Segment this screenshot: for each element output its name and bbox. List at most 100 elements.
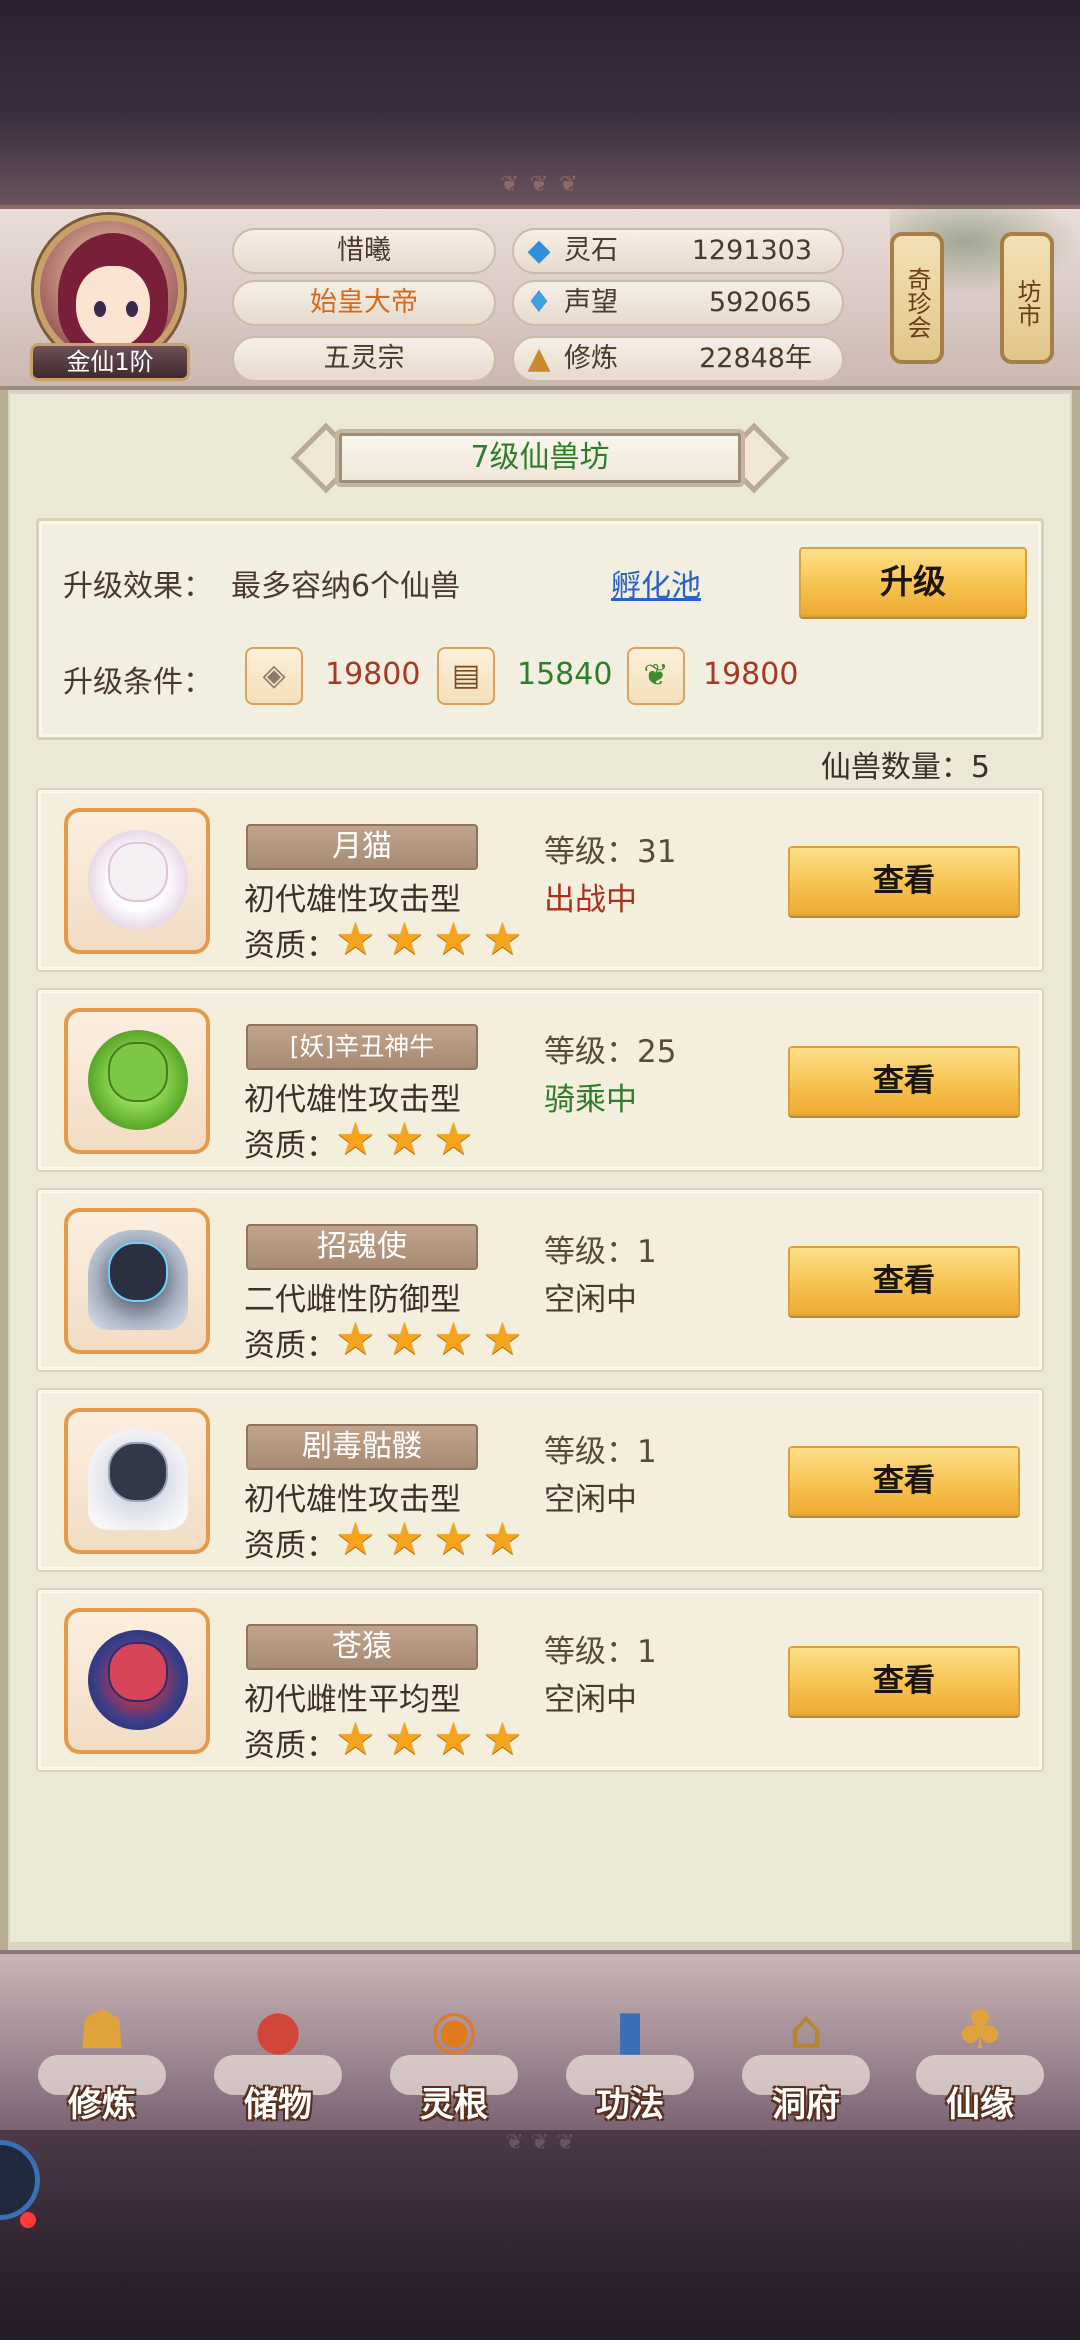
player-name: 惜曦 (232, 228, 496, 274)
quality-stars: ★ ★ ★ ★ (334, 1518, 524, 1562)
beast-portrait[interactable] (64, 808, 210, 954)
beast-portrait[interactable] (64, 1208, 210, 1354)
treasure-auction-button[interactable]: 奇珍会 (890, 232, 944, 364)
beast-row: 招魂使 二代雌性防御型 资质： ★ ★ ★ ★ 等级：1 空闲中 查看 (36, 1188, 1044, 1372)
quality-stars: ★ ★ ★ ★ (334, 918, 524, 962)
resource-cultivation: ▲ 修炼 22848年 (512, 336, 844, 382)
cultivation-icon: ▲ (527, 341, 551, 376)
star-icon: ★ (335, 1714, 376, 1765)
wood-icon: ▤ (437, 647, 495, 705)
beast-type: 初代雄性攻击型 (244, 1082, 461, 1118)
quality-stars: ★ ★ ★ ★ (334, 1318, 524, 1362)
bottom-background (0, 2130, 1080, 2340)
cave-mansion-icon: ⌂ (788, 1998, 824, 2061)
star-icon: ★ (335, 1114, 376, 1165)
beast-row: 剧毒骷髅 初代雄性攻击型 资质： ★ ★ ★ ★ 等级：1 空闲中 查看 (36, 1388, 1044, 1572)
herb-icon: ❦ (627, 647, 685, 705)
star-icon: ★ (433, 1314, 474, 1365)
view-button[interactable]: 查看 (788, 1046, 1020, 1116)
bottom-ornament: ❦ ❦ ❦ (505, 2130, 575, 2155)
star-icon: ★ (433, 914, 474, 965)
star-icon: ★ (433, 1114, 474, 1165)
quality-stars: ★ ★ ★ (334, 1118, 475, 1162)
player-sect: 五灵宗 (232, 336, 496, 382)
beast-quality-label: 资质： (244, 1328, 337, 1364)
page-title: 7级仙兽坊 (470, 440, 610, 475)
scripture-book-icon: ▮ (615, 1998, 645, 2061)
beast-quality-label: 资质： (244, 928, 337, 964)
beast-status: 空闲中 (544, 1682, 637, 1718)
star-icon: ★ (384, 1514, 425, 1565)
star-icon: ★ (384, 1314, 425, 1365)
resource-spirit-stone: ◆ 灵石 1291303 (512, 228, 844, 274)
star-icon: ★ (384, 914, 425, 965)
star-icon: ★ (482, 1314, 523, 1365)
star-icon: ★ (384, 1114, 425, 1165)
beast-status: 骑乘中 (544, 1082, 637, 1118)
beast-name: [妖]辛丑神牛 (246, 1024, 478, 1070)
spirit-stone-icon: ◆ (527, 233, 551, 268)
quality-stars: ★ ★ ★ ★ (334, 1718, 524, 1762)
player-title: 始皇大帝 (232, 280, 496, 326)
reputation-icon: ♦ (525, 285, 553, 320)
material-wood-amount: 15840 (517, 657, 613, 692)
upgrade-panel: 升级效果： 最多容纳6个仙兽 孵化池 升级 升级条件： ◈ 19800 ▤ 15… (36, 518, 1044, 740)
beast-type: 初代雄性攻击型 (244, 1482, 461, 1518)
star-icon: ★ (335, 1314, 376, 1365)
upgrade-condition-label: 升级条件： (63, 665, 213, 700)
beast-level: 等级：1 (544, 1234, 657, 1270)
beast-level: 等级：31 (544, 834, 677, 870)
star-icon: ★ (335, 914, 376, 965)
view-button[interactable]: 查看 (788, 1246, 1020, 1316)
header-ornament: ❦ ❦ ❦ (500, 172, 580, 197)
material-herb-amount: 19800 (703, 657, 799, 692)
star-icon: ★ (433, 1514, 474, 1565)
beast-type: 二代雌性防御型 (244, 1282, 461, 1318)
star-icon: ★ (433, 1714, 474, 1765)
material-ore-amount: 19800 (325, 657, 421, 692)
view-button[interactable]: 查看 (788, 1446, 1020, 1516)
star-icon: ★ (482, 1714, 523, 1765)
star-icon: ★ (482, 914, 523, 965)
player-avatar[interactable]: 金仙1阶 (30, 215, 190, 381)
beast-name: 月猫 (246, 824, 478, 870)
upgrade-effect-label: 升级效果： (63, 569, 213, 604)
beast-row: 苍猿 初代雌性平均型 资质： ★ ★ ★ ★ 等级：1 空闲中 查看 (36, 1588, 1044, 1772)
beast-type: 初代雄性攻击型 (244, 882, 461, 918)
beast-name: 招魂使 (246, 1224, 478, 1270)
beast-status: 空闲中 (544, 1482, 637, 1518)
beast-portrait[interactable] (64, 1408, 210, 1554)
view-button[interactable]: 查看 (788, 1646, 1020, 1716)
beast-count: 仙兽数量：5 (820, 750, 990, 785)
beast-quality-label: 资质： (244, 1728, 337, 1764)
beast-row: 月猫 初代雄性攻击型 资质： ★ ★ ★ ★ 等级：31 出战中 查看 (36, 788, 1044, 972)
beast-row: [妖]辛丑神牛 初代雄性攻击型 资质： ★ ★ ★ 等级：25 骑乘中 查看 (36, 988, 1044, 1172)
meditation-icon: ☗ (77, 1998, 127, 2061)
beast-level: 等级：1 (544, 1634, 657, 1670)
rank-badge: 金仙1阶 (30, 343, 190, 381)
beast-portrait[interactable] (64, 1008, 210, 1154)
nav-cultivate[interactable]: ☗ 修炼 (32, 1985, 172, 2125)
beast-quality-label: 资质： (244, 1128, 337, 1164)
ore-icon: ◈ (245, 647, 303, 705)
gourd-icon: ♣ (955, 1998, 1005, 2061)
hatch-pool-link[interactable]: 孵化池 (611, 561, 701, 605)
spirit-root-icon: ◉ (430, 1998, 478, 2061)
beast-status: 空闲中 (544, 1282, 637, 1318)
nav-spirit-root[interactable]: ◉ 灵根 (384, 1985, 524, 2125)
nav-storage[interactable]: ● 储物 (208, 1985, 348, 2125)
beast-portrait[interactable] (64, 1608, 210, 1754)
view-button[interactable]: 查看 (788, 846, 1020, 916)
beast-name: 剧毒骷髅 (246, 1424, 478, 1470)
upgrade-button[interactable]: 升级 (799, 547, 1027, 617)
title-banner: 7级仙兽坊 (290, 422, 790, 494)
upgrade-effect-value: 最多容纳6个仙兽 (231, 569, 461, 604)
market-button[interactable]: 坊市 (1000, 232, 1054, 364)
nav-technique[interactable]: ▮ 功法 (560, 1985, 700, 2125)
beast-type: 初代雌性平均型 (244, 1682, 461, 1718)
nav-cave-mansion[interactable]: ⌂ 洞府 (736, 1985, 876, 2125)
notification-dot (20, 2212, 36, 2228)
beast-status: 出战中 (544, 882, 637, 918)
nav-fate[interactable]: ♣ 仙缘 (910, 1985, 1050, 2125)
resource-reputation: ♦ 声望 592065 (512, 280, 844, 326)
